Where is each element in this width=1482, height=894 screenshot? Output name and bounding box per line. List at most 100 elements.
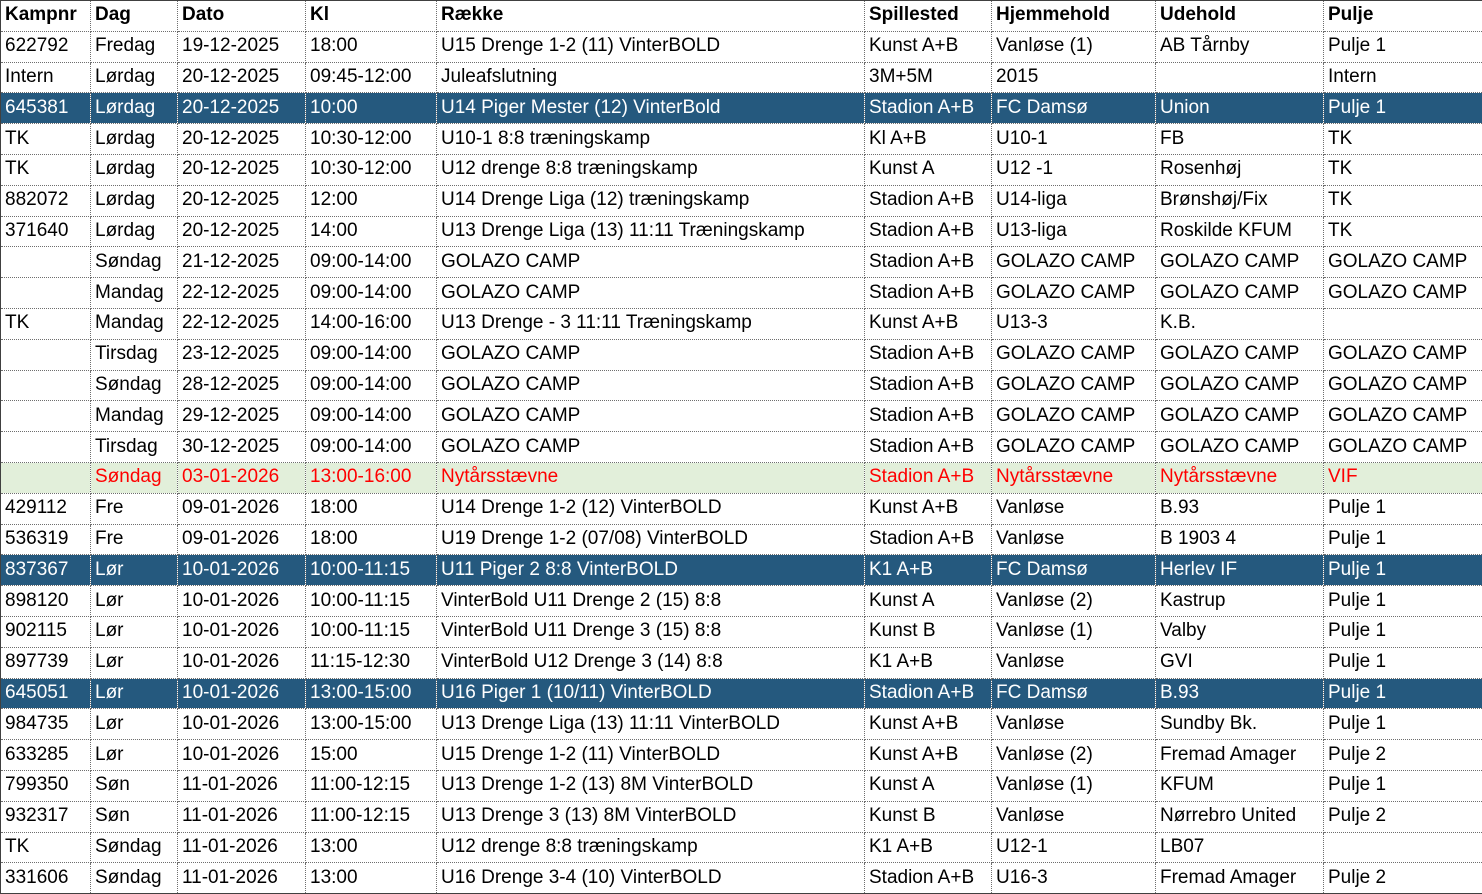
cell-dag[interactable]: Tirsdag	[91, 339, 178, 370]
cell-dato[interactable]: 28-12-2025	[178, 370, 306, 401]
cell-udehold[interactable]: FB	[1156, 124, 1324, 155]
cell-dato[interactable]: 10-01-2026	[178, 740, 306, 771]
cell-raekke[interactable]: VinterBold U12 Drenge 3 (14) 8:8	[437, 647, 865, 678]
cell-spillested[interactable]: Kunst A	[865, 770, 992, 801]
cell-spillested[interactable]: Stadion A+B	[865, 278, 992, 309]
cell-hjemmehold[interactable]: GOLAZO CAMP	[992, 370, 1156, 401]
cell-kl[interactable]: 15:00	[306, 740, 437, 771]
cell-kl[interactable]: 09:00-14:00	[306, 432, 437, 463]
cell-hjemmehold[interactable]: GOLAZO CAMP	[992, 432, 1156, 463]
cell-dag[interactable]: Mandag	[91, 278, 178, 309]
cell-udehold[interactable]	[1156, 62, 1324, 93]
cell-hjemmehold[interactable]: FC Damsø	[992, 93, 1156, 124]
cell-raekke[interactable]: GOLAZO CAMP	[437, 247, 865, 278]
cell-kampnr[interactable]: 633285	[1, 740, 91, 771]
cell-hjemmehold[interactable]: GOLAZO CAMP	[992, 339, 1156, 370]
cell-raekke[interactable]: GOLAZO CAMP	[437, 432, 865, 463]
cell-hjemmehold[interactable]: U13-3	[992, 308, 1156, 339]
cell-kl[interactable]: 14:00	[306, 216, 437, 247]
cell-hjemmehold[interactable]: GOLAZO CAMP	[992, 278, 1156, 309]
cell-dag[interactable]: Lørdag	[91, 154, 178, 185]
cell-raekke[interactable]: GOLAZO CAMP	[437, 370, 865, 401]
cell-udehold[interactable]: GOLAZO CAMP	[1156, 401, 1324, 432]
cell-dato[interactable]: 21-12-2025	[178, 247, 306, 278]
cell-udehold[interactable]: Fremad Amager	[1156, 863, 1324, 894]
cell-raekke[interactable]: GOLAZO CAMP	[437, 339, 865, 370]
cell-kampnr[interactable]	[1, 339, 91, 370]
cell-pulje[interactable]: GOLAZO CAMP	[1324, 401, 1482, 432]
cell-dato[interactable]: 22-12-2025	[178, 278, 306, 309]
cell-kampnr[interactable]: TK	[1, 832, 91, 863]
cell-hjemmehold[interactable]: Vanløse	[992, 709, 1156, 740]
cell-spillested[interactable]: Stadion A+B	[865, 462, 992, 493]
cell-pulje[interactable]: Pulje 2	[1324, 801, 1482, 832]
cell-kl[interactable]: 13:00-16:00	[306, 462, 437, 493]
cell-udehold[interactable]: GVI	[1156, 647, 1324, 678]
cell-pulje[interactable]: TK	[1324, 216, 1482, 247]
cell-udehold[interactable]: K.B.	[1156, 308, 1324, 339]
cell-dag[interactable]: Lør	[91, 616, 178, 647]
column-header-kl[interactable]: Kl	[306, 1, 437, 32]
cell-dato[interactable]: 10-01-2026	[178, 616, 306, 647]
cell-udehold[interactable]: GOLAZO CAMP	[1156, 278, 1324, 309]
cell-dato[interactable]: 03-01-2026	[178, 462, 306, 493]
cell-spillested[interactable]: Kunst B	[865, 616, 992, 647]
cell-kampnr[interactable]: 837367	[1, 555, 91, 586]
cell-hjemmehold[interactable]: 2015	[992, 62, 1156, 93]
cell-hjemmehold[interactable]: Vanløse	[992, 524, 1156, 555]
cell-dato[interactable]: 10-01-2026	[178, 678, 306, 709]
cell-kl[interactable]: 18:00	[306, 524, 437, 555]
cell-spillested[interactable]: Kunst A+B	[865, 31, 992, 62]
cell-kampnr[interactable]: Intern	[1, 62, 91, 93]
cell-spillested[interactable]: Stadion A+B	[865, 185, 992, 216]
cell-udehold[interactable]: Herlev IF	[1156, 555, 1324, 586]
cell-raekke[interactable]: U10-1 8:8 træningskamp	[437, 124, 865, 155]
cell-udehold[interactable]: B 1903 4	[1156, 524, 1324, 555]
cell-pulje[interactable]: Pulje 2	[1324, 863, 1482, 894]
cell-kl[interactable]: 11:15-12:30	[306, 647, 437, 678]
cell-pulje[interactable]: VIF	[1324, 462, 1482, 493]
cell-kampnr[interactable]	[1, 370, 91, 401]
cell-kl[interactable]: 09:45-12:00	[306, 62, 437, 93]
cell-kl[interactable]: 10:30-12:00	[306, 124, 437, 155]
cell-spillested[interactable]: K1 A+B	[865, 832, 992, 863]
cell-kl[interactable]: 10:00-11:15	[306, 555, 437, 586]
cell-dato[interactable]: 20-12-2025	[178, 216, 306, 247]
cell-dato[interactable]: 10-01-2026	[178, 709, 306, 740]
cell-raekke[interactable]: U13 Drenge 3 (13) 8M VinterBOLD	[437, 801, 865, 832]
cell-udehold[interactable]: KFUM	[1156, 770, 1324, 801]
cell-hjemmehold[interactable]: Vanløse (2)	[992, 740, 1156, 771]
cell-dag[interactable]: Fre	[91, 524, 178, 555]
cell-spillested[interactable]: Kunst A	[865, 586, 992, 617]
cell-kampnr[interactable]: 898120	[1, 586, 91, 617]
cell-udehold[interactable]: Roskilde KFUM	[1156, 216, 1324, 247]
cell-spillested[interactable]: Stadion A+B	[865, 339, 992, 370]
cell-kampnr[interactable]: 799350	[1, 770, 91, 801]
column-header-hjemmehold[interactable]: Hjemmehold	[992, 1, 1156, 32]
cell-dato[interactable]: 29-12-2025	[178, 401, 306, 432]
cell-raekke[interactable]: GOLAZO CAMP	[437, 401, 865, 432]
cell-kl[interactable]: 09:00-14:00	[306, 339, 437, 370]
cell-udehold[interactable]: Nytårsstævne	[1156, 462, 1324, 493]
cell-spillested[interactable]: Stadion A+B	[865, 524, 992, 555]
cell-pulje[interactable]: Pulje 1	[1324, 555, 1482, 586]
cell-pulje[interactable]: TK	[1324, 154, 1482, 185]
cell-raekke[interactable]: U19 Drenge 1-2 (07/08) VinterBOLD	[437, 524, 865, 555]
cell-dag[interactable]: Lør	[91, 709, 178, 740]
cell-kl[interactable]: 09:00-14:00	[306, 247, 437, 278]
cell-hjemmehold[interactable]: U12 -1	[992, 154, 1156, 185]
column-header-udehold[interactable]: Udehold	[1156, 1, 1324, 32]
cell-dag[interactable]: Lør	[91, 647, 178, 678]
cell-hjemmehold[interactable]: GOLAZO CAMP	[992, 247, 1156, 278]
cell-kl[interactable]: 13:00	[306, 832, 437, 863]
cell-dag[interactable]: Fre	[91, 493, 178, 524]
cell-pulje[interactable]	[1324, 308, 1482, 339]
cell-spillested[interactable]: Kunst B	[865, 801, 992, 832]
cell-spillested[interactable]: Kunst A+B	[865, 493, 992, 524]
cell-hjemmehold[interactable]: Vanløse (2)	[992, 586, 1156, 617]
cell-dag[interactable]: Lørdag	[91, 62, 178, 93]
cell-hjemmehold[interactable]: GOLAZO CAMP	[992, 401, 1156, 432]
cell-kampnr[interactable]: TK	[1, 124, 91, 155]
column-header-pulje[interactable]: Pulje	[1324, 1, 1482, 32]
cell-kl[interactable]: 14:00-16:00	[306, 308, 437, 339]
